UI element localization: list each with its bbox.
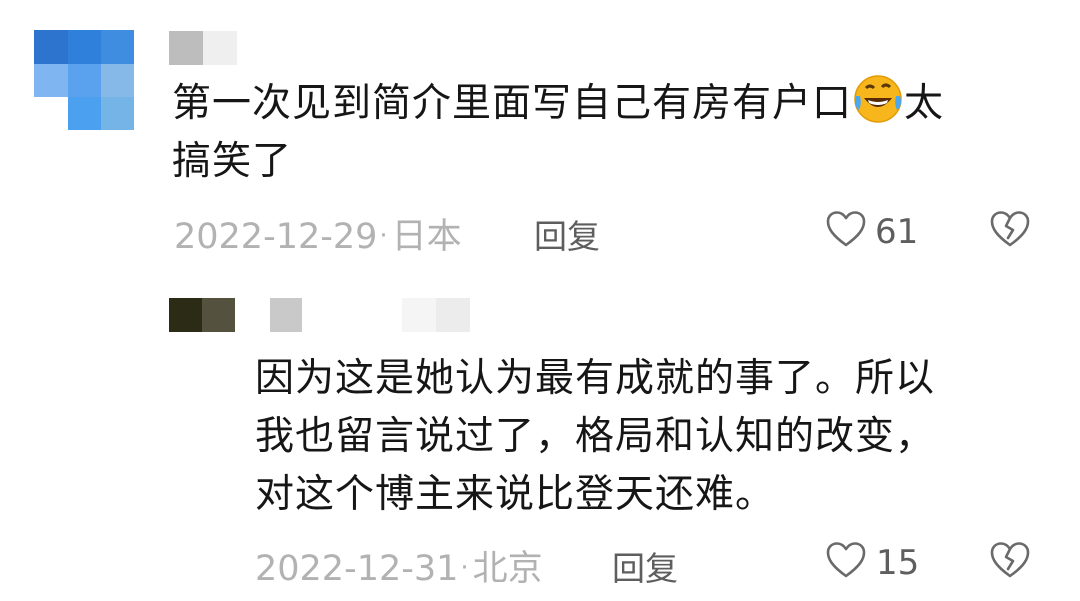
reply-button[interactable]: 回复 bbox=[534, 210, 600, 258]
comment-meta: 2022-12-31· 北京 bbox=[255, 540, 543, 591]
comment-date: 2022-12-31 bbox=[255, 549, 459, 589]
username-blurred[interactable] bbox=[270, 298, 470, 332]
comment-date: 2022-12-29 bbox=[174, 217, 378, 257]
rolling-on-floor-laughing-emoji bbox=[854, 75, 902, 123]
username-blurred[interactable] bbox=[169, 31, 239, 65]
meta-separator: · bbox=[379, 221, 388, 251]
dislike-broken-heart-icon[interactable] bbox=[990, 541, 1030, 579]
avatar[interactable] bbox=[169, 298, 235, 332]
comment-text: 因为这是她认为最有成就的事了。所以 我也留言说过了，格局和认知的改变， 对这个博… bbox=[255, 356, 936, 517]
like-count: 15 bbox=[876, 543, 920, 583]
reply-button[interactable]: 回复 bbox=[612, 542, 678, 590]
like-count: 61 bbox=[875, 212, 919, 252]
like-heart-icon[interactable] bbox=[826, 541, 866, 579]
dislike-broken-heart-icon[interactable] bbox=[990, 210, 1030, 248]
comment-text: 第一次见到简介里面写自己有房有户口太 搞笑了 bbox=[172, 72, 1032, 191]
meta-separator: · bbox=[460, 553, 469, 583]
comment-location: 日本 bbox=[391, 217, 462, 257]
avatar[interactable] bbox=[34, 30, 134, 130]
like-heart-icon[interactable] bbox=[826, 210, 866, 248]
comment-meta: 2022-12-29· 日本 bbox=[174, 208, 462, 259]
comment-location: 北京 bbox=[472, 549, 543, 589]
